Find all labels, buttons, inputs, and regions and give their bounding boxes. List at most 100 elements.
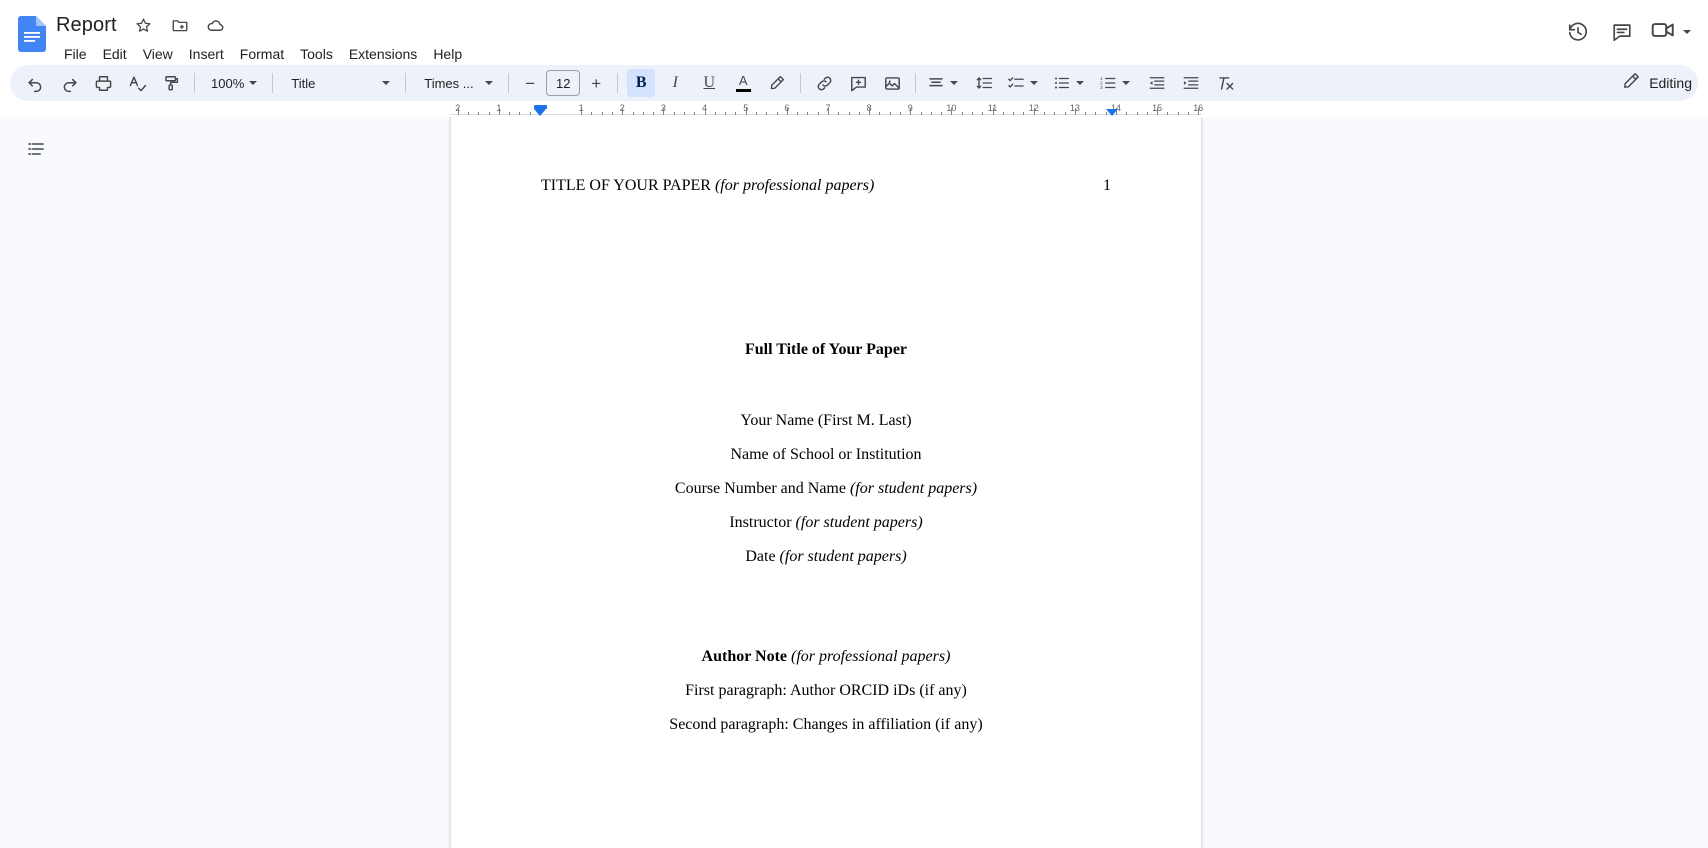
italic-label: I [672, 74, 678, 91]
underline-button[interactable]: U [695, 69, 723, 97]
menu-help[interactable]: Help [425, 42, 470, 66]
font-size-input[interactable]: 12 [546, 70, 581, 96]
toolbar-divider [272, 73, 274, 93]
chevron-down-icon [249, 81, 258, 85]
undo-button[interactable] [21, 69, 49, 97]
align-button[interactable] [925, 69, 965, 97]
menu-format[interactable]: Format [232, 42, 292, 66]
menu-extensions[interactable]: Extensions [341, 42, 425, 66]
bulleted-list-button[interactable] [1051, 69, 1091, 97]
toolbar-divider [194, 73, 195, 93]
ruler-wrap: 2 1 1 2 3 4 5 6 7 8 9 10 11 12 13 14 15 16 [0, 101, 1708, 117]
font-family-select[interactable]: Times ... [414, 69, 500, 97]
ruler-number: 6 [784, 103, 790, 113]
insert-image-button[interactable] [878, 69, 906, 97]
menu-file[interactable]: File [56, 42, 95, 66]
ruler-minor-tick [1085, 112, 1087, 115]
ruler-number: 10 [946, 103, 957, 113]
print-button[interactable] [89, 69, 117, 97]
title-block: Report File Edit View Insert Format Tool… [56, 8, 470, 67]
ruler-number: 15 [1152, 103, 1163, 113]
ruler-minor-tick [642, 112, 644, 115]
ruler-minor-tick [632, 112, 634, 115]
ruler-number: 11 [987, 103, 998, 113]
add-comment-button[interactable] [844, 69, 872, 97]
paragraph-style-select[interactable]: Title [281, 69, 397, 97]
ruler-minor-tick [900, 112, 901, 115]
line-spacing-button[interactable] [971, 69, 999, 97]
running-head: TITLE OF YOUR PAPER (for professional pa… [541, 177, 1111, 195]
google-meet-button[interactable] [1646, 12, 1700, 52]
highlight-color-button[interactable] [763, 69, 791, 97]
ruler-minor-tick [1064, 112, 1066, 115]
menu-edit[interactable]: Edit [95, 42, 135, 66]
spellcheck-button[interactable] [123, 69, 151, 97]
chevron-down-icon [950, 81, 959, 85]
ruler-minor-tick [478, 112, 480, 115]
ruler-minor-tick [1044, 112, 1045, 115]
zoom-control[interactable]: 100% [203, 69, 264, 97]
star-icon[interactable] [131, 12, 157, 38]
ruler-minor-tick [961, 112, 963, 115]
first-line-indent-marker[interactable] [533, 105, 547, 109]
document-page[interactable]: TITLE OF YOUR PAPER (for professional pa… [450, 117, 1202, 848]
cloud-saved-icon[interactable] [203, 12, 229, 38]
author-note-italic: (for professional papers) [791, 648, 951, 665]
move-to-folder-icon[interactable] [167, 12, 193, 38]
right-indent-marker[interactable] [1106, 109, 1118, 116]
pencil-icon [1622, 71, 1641, 95]
author-note-line-2: Second paragraph: Changes in affiliation… [669, 716, 983, 733]
bold-button[interactable]: B [627, 69, 656, 97]
chevron-down-icon [1122, 81, 1131, 85]
version-history-icon[interactable] [1558, 12, 1598, 52]
increase-indent-button[interactable] [1177, 69, 1205, 97]
menu-insert[interactable]: Insert [181, 42, 232, 66]
ruler-minor-tick [879, 112, 881, 115]
ruler-minor-tick [1002, 112, 1004, 115]
ruler-number: 12 [1028, 103, 1039, 113]
editing-mode-label: Editing [1649, 75, 1692, 91]
ruler-minor-tick [797, 112, 799, 115]
chevron-down-icon [1683, 30, 1691, 34]
editing-mode-button[interactable]: Editing [1616, 65, 1698, 101]
comment-history-icon[interactable] [1602, 12, 1642, 52]
menu-tools[interactable]: Tools [292, 42, 341, 66]
menu-view[interactable]: View [135, 42, 181, 66]
ruler-minor-tick [519, 112, 521, 115]
ruler-number: 9 [907, 103, 913, 113]
ruler-minor-tick [889, 112, 891, 115]
left-indent-marker[interactable] [534, 109, 546, 116]
author-note-line-1: First paragraph: Author ORCID iDs (if an… [685, 682, 967, 699]
ruler-number: 7 [825, 103, 831, 113]
google-docs-icon[interactable] [18, 16, 46, 52]
ruler-minor-tick [858, 112, 860, 115]
ruler-baseline [450, 114, 1202, 115]
ruler-minor-tick [612, 112, 613, 115]
ruler-minor-tick [1188, 112, 1189, 115]
clear-formatting-button[interactable] [1211, 69, 1239, 97]
horizontal-ruler[interactable]: 2 1 1 2 3 4 5 6 7 8 9 10 11 12 13 14 15 16 [450, 101, 1203, 117]
redo-button[interactable] [55, 69, 83, 97]
byline-institution: Name of School or Institution [541, 438, 1111, 472]
byline-course-italic: (for student papers) [849, 480, 978, 497]
ruler-minor-tick [673, 112, 675, 115]
ruler-minor-tick [468, 112, 469, 115]
svg-text:3: 3 [1100, 85, 1103, 90]
insert-link-button[interactable] [810, 69, 838, 97]
document-outline-icon[interactable] [20, 133, 52, 165]
font-size-stepper: − 12 + [517, 70, 609, 96]
increase-font-size-button[interactable]: + [583, 70, 609, 96]
running-head-italic: (for professional papers) [714, 177, 875, 194]
text-color-button[interactable]: A [729, 69, 757, 97]
checklist-button[interactable] [1005, 69, 1045, 97]
paint-format-button[interactable] [157, 69, 185, 97]
ruler-minor-tick [653, 112, 655, 115]
running-head-text: TITLE OF YOUR PAPER (for professional pa… [541, 177, 874, 195]
decrease-font-size-button[interactable]: − [517, 70, 543, 96]
ruler-minor-tick [735, 112, 737, 115]
ruler-minor-tick [684, 112, 685, 115]
numbered-list-button[interactable]: 1 2 3 [1097, 69, 1137, 97]
page-title[interactable]: Report [56, 11, 121, 39]
italic-button[interactable]: I [661, 69, 689, 97]
decrease-indent-button[interactable] [1143, 69, 1171, 97]
